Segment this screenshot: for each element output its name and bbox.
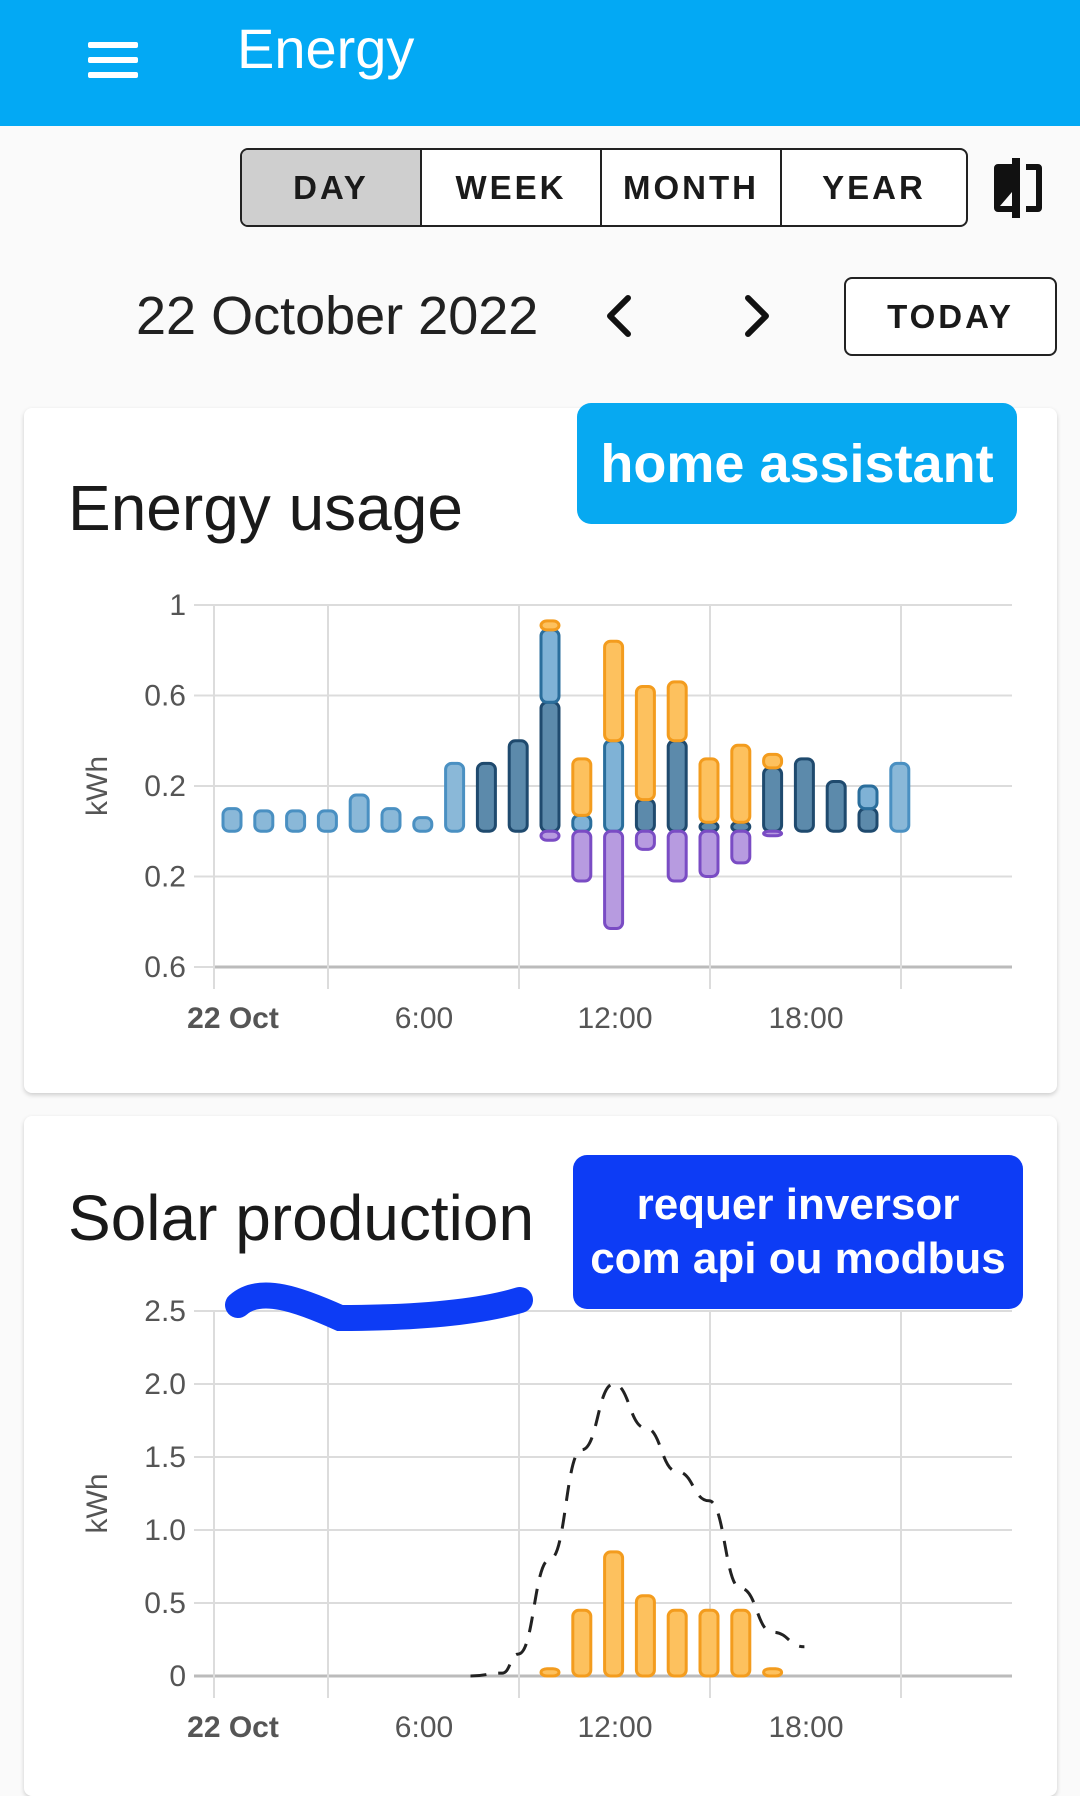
page-title: Energy	[237, 17, 415, 80]
date-label: 22 October 2022	[136, 286, 539, 346]
solar-production-title: Solar production	[68, 1182, 535, 1254]
inverter-annotation-line2: com api ou modbus	[590, 1234, 1006, 1283]
period-week-button[interactable]: WEEK	[422, 150, 602, 225]
period-day-button[interactable]: DAY	[242, 150, 422, 225]
compare-icon[interactable]	[990, 158, 1048, 218]
app-bar: Energy	[0, 0, 1080, 126]
inverter-annotation-line1: requer inversor	[636, 1180, 960, 1229]
chevron-left-icon[interactable]	[598, 290, 642, 342]
period-selector: DAY WEEK MONTH YEAR	[240, 148, 968, 227]
inverter-annotation: requer inversor com api ou modbus	[573, 1155, 1023, 1309]
menu-icon[interactable]	[72, 20, 152, 100]
chevron-right-icon[interactable]	[734, 290, 778, 342]
today-button[interactable]: TODAY	[844, 277, 1057, 356]
energy-usage-title: Energy usage	[68, 472, 463, 544]
period-year-button[interactable]: YEAR	[782, 150, 966, 225]
home-assistant-annotation: home assistant	[577, 403, 1017, 524]
period-month-button[interactable]: MONTH	[602, 150, 782, 225]
